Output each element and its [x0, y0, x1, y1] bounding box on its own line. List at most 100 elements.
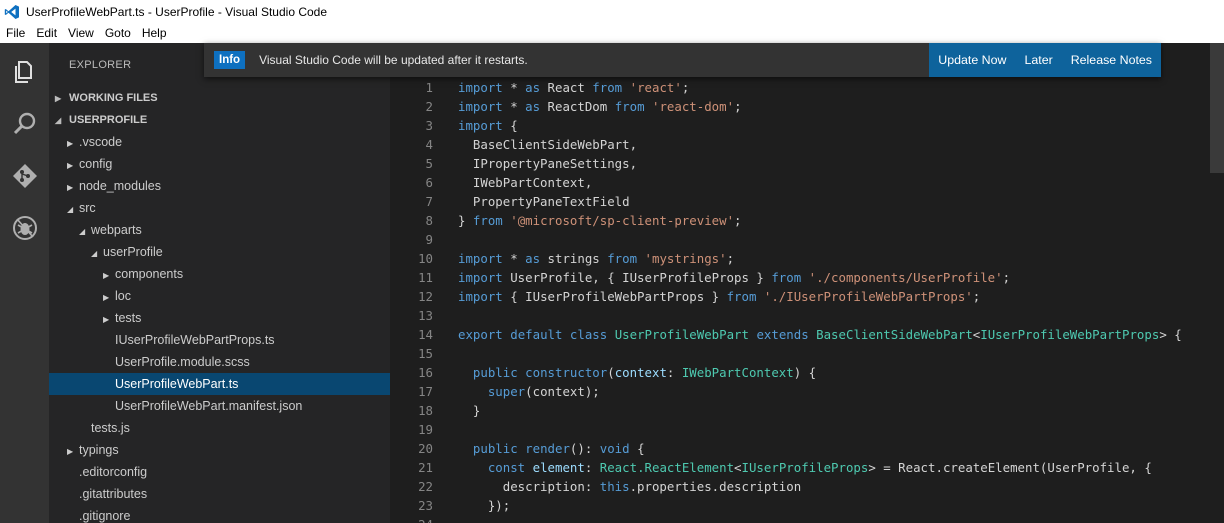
tree-item-label: .gitignore — [79, 509, 131, 523]
tree-item-label: webparts — [91, 223, 142, 237]
menu-bar: File Edit View Goto Help — [0, 23, 1224, 43]
tree-folder[interactable]: ▶ loc — [49, 285, 390, 307]
code-token: public — [472, 365, 518, 380]
code-editor[interactable]: 1 import * as React from 'react'; 2 import … — [390, 43, 1224, 523]
tree-file[interactable]: IUserProfileWebPartProps.ts — [49, 329, 390, 351]
line-number: 9 — [425, 232, 433, 247]
vscode-logo-icon — [4, 4, 20, 20]
expanded-chevron-icon: ◢ — [79, 227, 86, 236]
code-token: ; — [972, 289, 981, 304]
code-token: IUserProfileProps — [741, 460, 869, 475]
code-token: as — [525, 251, 541, 266]
line-number: 5 — [425, 156, 433, 171]
tree-item-label: UserProfileWebPart.manifest.json — [115, 399, 303, 413]
code-token: './components/UserProfile' — [808, 270, 1003, 285]
tree-item-label: loc — [115, 289, 131, 303]
collapsed-chevron-icon: ▶ — [55, 94, 62, 103]
debug-icon[interactable] — [12, 215, 38, 241]
menu-goto[interactable]: Goto — [99, 26, 136, 40]
code-token: '@microsoft/sp-client-preview' — [510, 213, 735, 228]
tree-file[interactable]: tests.js — [49, 417, 390, 439]
tree-item-label: .gitattributes — [79, 487, 148, 501]
line-number: 4 — [425, 137, 433, 152]
tree-folder[interactable]: ◢ src — [49, 197, 390, 219]
tree-folder[interactable]: ◢ webparts — [49, 219, 390, 241]
tree-file[interactable]: UserProfileWebPart.manifest.json — [49, 395, 390, 417]
code-token: (context); — [525, 384, 600, 399]
line-number: 10 — [418, 251, 433, 266]
code-text: } from '@microsoft/sp-client-preview'; — [458, 211, 742, 230]
code-text: super(context); — [458, 382, 600, 401]
code-token: > { — [1159, 327, 1182, 342]
info-badge: Info — [214, 51, 246, 69]
collapsed-chevron-icon: ▶ — [103, 293, 110, 302]
code-token: BaseClientSideWebPart, — [458, 137, 638, 152]
code-token: .properties.description — [629, 479, 802, 494]
line-number: 8 — [425, 213, 433, 228]
code-token: < — [734, 460, 742, 475]
tree-file[interactable]: .editorconfig — [49, 461, 390, 483]
tree-file[interactable]: UserProfile.module.scss — [49, 351, 390, 373]
code-token: constructor — [525, 365, 608, 380]
code-token: 'react' — [629, 80, 682, 95]
code-token: * — [502, 99, 526, 114]
code-token: extends — [756, 327, 809, 342]
menu-edit[interactable]: Edit — [30, 26, 62, 40]
project-header[interactable]: ◢ USERPROFILE — [49, 109, 390, 131]
tree-file[interactable]: .gitattributes — [49, 483, 390, 505]
code-token: IWebPartContext — [681, 365, 794, 380]
code-text: import * as React from 'react'; — [458, 78, 689, 97]
line-number: 2 — [425, 99, 433, 114]
later-button[interactable]: Later — [1015, 53, 1061, 67]
code-token: } — [458, 403, 481, 418]
line-number: 1 — [425, 80, 433, 95]
line-number: 6 — [425, 175, 433, 190]
code-token: { — [629, 441, 645, 456]
tree-folder[interactable]: ▶ .vscode — [49, 131, 390, 153]
code-text: public constructor(context: IWebPartCont… — [458, 363, 816, 382]
code-token: import — [458, 251, 503, 266]
code-token: as — [525, 80, 541, 95]
code-token: PropertyPaneTextField — [458, 194, 630, 209]
code-token: import — [458, 118, 503, 133]
code-token: render — [525, 441, 570, 456]
line-number: 14 — [418, 327, 433, 342]
menu-help[interactable]: Help — [136, 26, 172, 40]
update-now-button[interactable]: Update Now — [929, 53, 1015, 67]
menu-file[interactable]: File — [0, 26, 30, 40]
code-token: import — [458, 99, 503, 114]
release-notes-button[interactable]: Release Notes — [1062, 53, 1161, 67]
code-token: default — [510, 327, 563, 342]
tree-folder[interactable]: ▶ components — [49, 263, 390, 285]
tree-item-label: IUserProfileWebPartProps.ts — [115, 333, 275, 347]
notification-message: Visual Studio Code will be updated after… — [259, 53, 528, 67]
code-token: ReactDom — [540, 99, 615, 114]
tree-file[interactable]: .gitignore — [49, 505, 390, 523]
code-text: import { IUserProfileWebPartProps } from… — [458, 287, 980, 306]
code-token: ( — [607, 365, 615, 380]
code-token: React.ReactElement — [599, 460, 735, 475]
explorer-icon[interactable] — [12, 59, 38, 85]
line-number: 18 — [418, 403, 433, 418]
code-text: IWebPartContext, — [458, 173, 592, 192]
tree-folder[interactable]: ▶ tests — [49, 307, 390, 329]
search-icon[interactable] — [12, 111, 38, 137]
code-token: * — [502, 251, 526, 266]
tree-folder[interactable]: ▶ typings — [49, 439, 390, 461]
git-icon[interactable] — [12, 163, 38, 189]
tree-folder[interactable]: ▶ node_modules — [49, 175, 390, 197]
tree-file[interactable]: UserProfileWebPart.ts — [49, 373, 390, 395]
tree-folder[interactable]: ◢ userProfile — [49, 241, 390, 263]
code-token: import — [458, 80, 503, 95]
collapsed-chevron-icon: ▶ — [103, 315, 110, 324]
editor-scrollbar[interactable] — [1210, 43, 1224, 173]
code-token: > = React.createElement(UserProfile, { — [868, 460, 1152, 475]
tree-folder[interactable]: ▶ config — [49, 153, 390, 175]
menu-view[interactable]: View — [62, 26, 99, 40]
working-files-header[interactable]: ▶ WORKING FILES — [49, 87, 390, 109]
